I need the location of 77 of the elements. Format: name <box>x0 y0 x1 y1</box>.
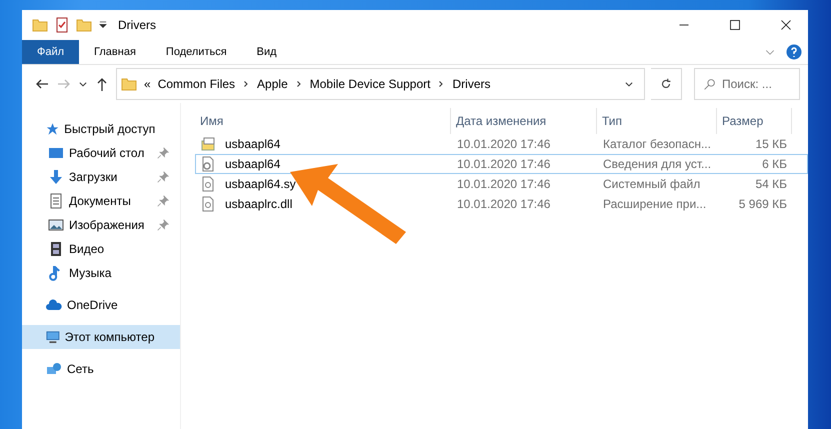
file-row[interactable]: usbaapl64.sy 10.01.2020 17:46 Системный файл 54 КБ <box>195 174 808 194</box>
sidebar-item[interactable]: Изображения <box>22 213 180 237</box>
window-title: Drivers <box>118 18 157 32</box>
network-icon <box>46 361 62 377</box>
size-cell-text: 6 КБ <box>761 157 788 171</box>
date-cell-text: 10.01.2020 17:46 <box>456 137 552 151</box>
pin-icon <box>157 147 169 159</box>
folder-icon <box>32 17 48 33</box>
file-row[interactable]: usbaaplrc.dll 10.01.2020 17:46 Расширение при... 5 969 КБ <box>195 194 808 214</box>
file-name: usbaapl64 <box>224 157 280 171</box>
file-name: usbaapl64 <box>224 137 280 151</box>
date-cell-text: 10.01.2020 17:46 <box>456 177 552 191</box>
close-icon <box>780 19 792 31</box>
folder-icon <box>121 76 137 92</box>
sidebar-item[interactable]: Сеть <box>22 357 180 381</box>
ribbon-tab[interactable]: Вид <box>242 40 292 64</box>
type-cell-text: Системный файл <box>602 177 702 191</box>
cloud-icon <box>46 297 62 313</box>
dropdown-caret-icon <box>98 20 108 30</box>
date-cell-text: 10.01.2020 17:46 <box>456 157 552 171</box>
breadcrumb-chevron-icon <box>294 80 303 88</box>
catalog-file-icon <box>200 136 216 152</box>
sidebar-item[interactable]: Этот компьютер <box>22 325 180 349</box>
refresh-button[interactable] <box>651 68 682 100</box>
column-header[interactable]: Дата изменения <box>451 108 597 134</box>
help-icon <box>786 44 802 60</box>
pin-icon <box>157 195 169 207</box>
size-cell-text: 15 КБ <box>754 137 788 151</box>
type-cell-text: Каталог безопасн... <box>602 137 712 151</box>
system-file-icon <box>200 196 216 212</box>
image-icon <box>48 217 64 233</box>
column-header[interactable]: Имя <box>195 108 451 134</box>
star-icon <box>46 121 60 137</box>
pin-icon <box>157 171 169 183</box>
column-header[interactable]: Размер <box>717 108 792 134</box>
type-cell-text: Расширение при... <box>602 197 708 211</box>
size-cell-text: 54 КБ <box>754 177 788 191</box>
breadcrumb-item[interactable]: Mobile Device Support <box>310 77 430 91</box>
date-cell-text: 10.01.2020 17:46 <box>456 197 552 211</box>
breadcrumb-chevron-icon <box>242 80 250 88</box>
sidebar-item[interactable]: OneDrive <box>22 293 180 317</box>
ribbon-tab[interactable]: Главная <box>79 40 151 64</box>
download-icon <box>48 169 64 185</box>
sidebar-item[interactable]: Документы <box>22 189 180 213</box>
sidebar-item[interactable]: Музыка <box>22 261 180 285</box>
desktop-icon <box>48 145 64 161</box>
new-folder-icon <box>76 17 92 33</box>
sidebar-item[interactable]: Рабочий стол <box>22 141 180 165</box>
ribbon-tab[interactable]: Поделиться <box>150 40 242 64</box>
file-row[interactable]: usbaapl64 10.01.2020 17:46 Сведения для уст... 6 КБ <box>195 154 808 174</box>
file-name: usbaaplrc.dll <box>224 197 292 211</box>
breadcrumb-item[interactable]: Common Files <box>158 77 236 91</box>
overflow-chevron[interactable]: « <box>144 77 151 91</box>
document-icon <box>48 193 64 209</box>
ribbon-tab[interactable]: Файл <box>22 40 80 64</box>
breadcrumb-item[interactable]: Apple <box>257 77 288 91</box>
search-icon <box>703 78 716 90</box>
sidebar-item[interactable]: Быстрый доступ <box>22 117 180 141</box>
breadcrumb-item[interactable]: Drivers <box>452 77 490 91</box>
settings-file-icon <box>200 156 216 172</box>
system-file-icon <box>200 176 216 192</box>
pin-icon <box>157 219 169 231</box>
file-name: usbaapl64.sy <box>224 177 296 191</box>
type-cell-text: Сведения для уст... <box>602 157 712 171</box>
search-field[interactable]: Поиск: ... <box>694 68 800 100</box>
size-cell-text: 5 969 КБ <box>738 197 788 211</box>
maximize-icon <box>728 19 740 31</box>
refresh-icon <box>659 77 673 91</box>
sidebar-item[interactable]: Загрузки <box>22 165 180 189</box>
film-icon <box>48 241 64 257</box>
column-header[interactable]: Тип <box>597 108 717 134</box>
breadcrumb-chevron-icon <box>437 80 446 88</box>
file-row[interactable]: usbaapl64 10.01.2020 17:46 Каталог безопасн... 15 КБ <box>195 134 808 154</box>
properties-icon <box>54 17 70 33</box>
address-bar[interactable]: « Common Files Apple Mobile Device Support Drivers <box>116 68 645 100</box>
sidebar-item[interactable]: Видео <box>22 237 180 261</box>
computer-icon <box>46 329 60 345</box>
